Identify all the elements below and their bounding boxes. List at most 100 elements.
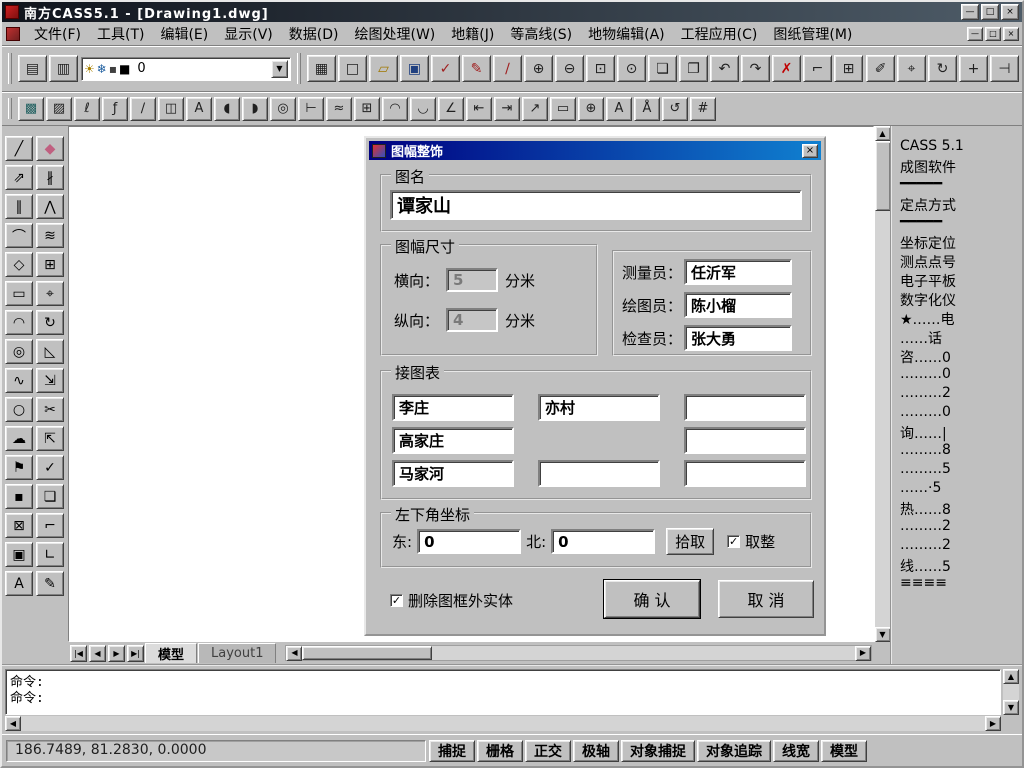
scale-icon[interactable]: ◺ [36,339,64,364]
rotate-icon[interactable]: ↻ [36,310,64,335]
command-vscrollbar[interactable]: ▲ ▼ [1003,669,1019,715]
solid-fill-icon[interactable]: ▩ [18,96,44,121]
copy-icon[interactable]: ❏ [648,55,677,82]
restore-button[interactable]: □ [981,4,999,20]
surveyor-input[interactable] [684,259,793,285]
dim-curve-icon[interactable]: ≈ [326,96,352,121]
model-toggle[interactable]: 模型 [821,739,867,762]
drawing-hscrollbar[interactable]: ◀ ▶ [285,645,872,661]
move-point-icon[interactable]: ⌖ [897,55,926,82]
draw-point-icon[interactable]: ▪ [5,484,33,509]
checker-input[interactable] [684,325,793,351]
snap-point-icon[interactable]: + [959,55,988,82]
scroll-left-icon[interactable]: ◀ [5,716,21,731]
copy-object-icon[interactable]: ❏ [36,484,64,509]
child-restore-button[interactable]: □ [985,26,1001,41]
erase-icon[interactable]: ◆ [36,136,64,161]
line-slash-icon[interactable]: ∕ [130,96,156,121]
scroll-down-icon[interactable]: ▼ [1003,700,1019,715]
scroll-left-icon[interactable]: ◀ [286,645,303,661]
break-line-icon[interactable]: ⊣ [990,55,1019,82]
screen-menu-item[interactable]: ……·5 [892,480,1022,499]
edit-vertex-icon[interactable]: ✓ [36,455,64,480]
adjoin-cell-nw[interactable] [392,394,514,421]
draw-arc-icon[interactable]: ◠ [5,310,33,335]
wipeout-icon[interactable]: ◫ [158,96,184,121]
pick-button[interactable]: 拾取 [666,528,715,555]
rotate-grid-icon[interactable]: ↺ [662,96,688,121]
menu-item[interactable]: 地籍(J) [443,22,502,45]
screen-menu-item[interactable]: ………2 [892,537,1022,556]
zoom-extents-icon[interactable]: ⊙ [617,55,646,82]
screen-menu-item[interactable]: ━━━━━ [892,214,1022,233]
dim-right-icon[interactable]: ⇥ [494,96,520,121]
fillet-icon[interactable]: ⌐ [36,513,64,538]
toolbar-grip[interactable] [8,53,12,84]
zoom-window-icon[interactable]: ⊡ [586,55,615,82]
chamfer-icon[interactable]: ∟ [36,542,64,567]
screen-menu-item[interactable]: 成图软件 [892,157,1022,176]
combo-dropdown-icon[interactable]: ▼ [271,59,288,78]
hatch-fill-icon[interactable]: ⊠ [5,513,33,538]
ellipse-left-icon[interactable]: ◖ [214,96,240,121]
rotate-view-icon[interactable]: ↻ [928,55,957,82]
screen-menu-item[interactable]: ━━━━━ [892,176,1022,195]
child-minimize-button[interactable]: — [967,26,983,41]
drawing-vscrollbar[interactable]: ▲ ▼ [874,126,891,642]
undo-icon[interactable]: ↶ [710,55,739,82]
tab-model[interactable]: 模型 [145,643,198,663]
leader-icon[interactable]: ↗ [522,96,548,121]
dim-linear-icon[interactable]: ⊢ [298,96,324,121]
confirm-button[interactable]: 确 认 [603,579,701,619]
arc-up-icon[interactable]: ◠ [382,96,408,121]
dialog-title-bar[interactable]: 图幅整饰 × [369,141,821,160]
adjoin-cell-w[interactable] [392,427,514,454]
scroll-right-icon[interactable]: ▶ [985,716,1001,731]
pline-pen-icon[interactable]: ℓ [74,96,100,121]
vscroll-thumb[interactable] [874,141,891,211]
app-logo-icon[interactable] [5,5,19,19]
dim-left-icon[interactable]: ⇤ [466,96,492,121]
menu-item[interactable]: 工程应用(C) [673,22,766,45]
tab-last-button[interactable]: ▶| [127,644,144,662]
tab-next-button[interactable]: ▶ [108,644,125,662]
command-hscrollbar[interactable]: ◀ ▶ [5,716,1001,731]
toolbar-grip[interactable] [297,53,301,84]
mirror-icon[interactable]: ⋀ [36,194,64,219]
paste-icon[interactable]: ❐ [679,55,708,82]
scroll-right-icon[interactable]: ▶ [855,645,871,661]
scroll-down-icon[interactable]: ▼ [874,627,891,642]
map-name-input[interactable] [390,190,802,220]
draw-flag-icon[interactable]: ⚑ [5,455,33,480]
close-button[interactable]: × [1001,4,1019,20]
menu-item[interactable]: 文件(F) [26,22,89,45]
layer-list-icon[interactable]: ▥ [49,55,78,82]
draw-cloud-icon[interactable]: ☁ [5,426,33,451]
move-icon[interactable]: ⌖ [36,281,64,306]
menu-item[interactable]: 图纸管理(M) [765,22,860,45]
insert-image-icon[interactable]: ▣ [5,542,33,567]
zoom-in-icon[interactable]: ⊕ [524,55,553,82]
screen-menu-item[interactable]: ………0 [892,366,1022,385]
draw-circle-icon[interactable]: ◎ [5,339,33,364]
adjoin-cell-n[interactable] [538,394,660,421]
drafter-input[interactable] [684,292,793,318]
angle-dim-icon[interactable]: ∠ [438,96,464,121]
adjoin-cell-e[interactable] [684,427,806,454]
zoom-out-icon[interactable]: ⊖ [555,55,584,82]
screen-menu-item[interactable]: 询……| [892,423,1022,442]
screen-menu-item[interactable]: ……话 [892,328,1022,347]
redo-icon[interactable]: ↷ [741,55,770,82]
menu-item[interactable]: 等高线(S) [502,22,580,45]
east-input[interactable] [417,529,522,554]
cancel-icon[interactable]: ✗ [772,55,801,82]
delete-outside-checkbox[interactable]: ✓ 删除图框外实体 [390,590,513,611]
hash-grid-icon[interactable]: # [690,96,716,121]
redline-pencil-icon[interactable]: ✎ [462,55,491,82]
stretch-icon[interactable]: ⇲ [36,368,64,393]
save-file-icon[interactable]: ▣ [400,55,429,82]
menu-item[interactable]: 工具(T) [89,22,152,45]
round-checkbox[interactable]: ✓ 取整 [727,531,775,552]
scroll-up-icon[interactable]: ▲ [1003,669,1019,684]
adjoin-cell-se[interactable] [684,460,806,487]
